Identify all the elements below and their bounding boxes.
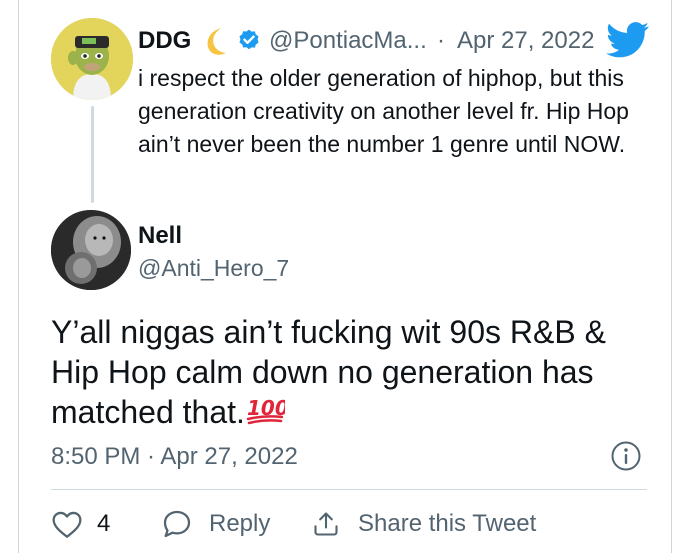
quoted-date[interactable]: Apr 27, 2022 bbox=[457, 27, 594, 55]
info-icon[interactable] bbox=[610, 440, 642, 472]
hundred-points-emoji-icon: 100 bbox=[245, 394, 289, 425]
tweet-text-block: Y’all niggas ain’t fucking wit 90s R&B &… bbox=[51, 312, 661, 432]
like-button[interactable]: 4 bbox=[51, 506, 110, 542]
verified-badge-icon bbox=[236, 28, 262, 54]
share-label: Share this Tweet bbox=[358, 510, 537, 537]
divider bbox=[51, 489, 647, 490]
reply-bubble-icon bbox=[163, 510, 191, 538]
ddg-avatar[interactable] bbox=[51, 18, 133, 100]
quoted-tweet-text: i respect the older generation of hiphop… bbox=[138, 65, 629, 157]
quoted-author-handle[interactable]: @PontiacMa... bbox=[269, 27, 427, 55]
separator-dot: · bbox=[437, 27, 445, 54]
card-border-right bbox=[671, 0, 672, 553]
heart-icon bbox=[52, 511, 82, 538]
reply-label: Reply bbox=[209, 510, 271, 537]
crescent-moon-icon bbox=[200, 24, 234, 58]
tweet-text: Y’all niggas ain’t fucking wit 90s R&B &… bbox=[51, 314, 606, 430]
nell-avatar[interactable] bbox=[51, 210, 131, 290]
reply-button[interactable]: Reply bbox=[161, 506, 270, 542]
card-border-left bbox=[18, 0, 19, 553]
like-count: 4 bbox=[97, 510, 111, 537]
share-icon bbox=[314, 512, 338, 536]
tweet-author-name[interactable]: Nell bbox=[138, 222, 182, 250]
tweet-timestamp[interactable]: 8:50 PM · Apr 27, 2022 bbox=[51, 443, 298, 471]
quoted-author-name[interactable]: DDG bbox=[138, 27, 191, 55]
tweet-author-handle[interactable]: @Anti_Hero_7 bbox=[138, 255, 289, 282]
share-tweet-button[interactable]: Share this Tweet bbox=[312, 506, 536, 542]
twitter-bird-icon[interactable] bbox=[606, 22, 650, 58]
thread-line bbox=[91, 106, 94, 203]
